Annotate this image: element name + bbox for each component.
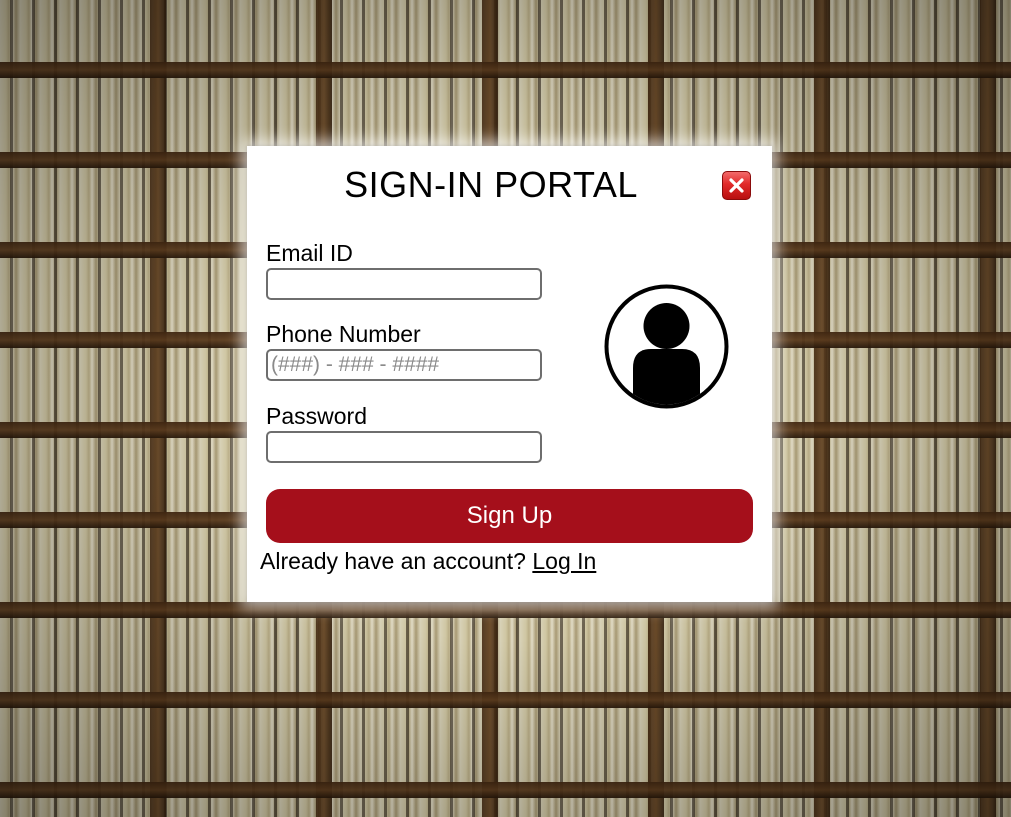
email-field[interactable]	[266, 268, 542, 300]
login-prompt-text: Already have an account?	[260, 548, 526, 574]
signin-modal: SIGN-IN PORTAL Email ID Phone Number Pas…	[247, 146, 772, 602]
signup-button[interactable]: Sign Up	[266, 489, 753, 543]
password-label: Password	[266, 403, 367, 429]
phone-field[interactable]	[266, 349, 542, 381]
password-field[interactable]	[266, 431, 542, 463]
modal-title: SIGN-IN PORTAL	[344, 164, 638, 205]
login-prompt: Already have an account? Log In	[260, 548, 596, 575]
close-icon	[729, 178, 744, 193]
close-button[interactable]	[722, 171, 751, 200]
email-label: Email ID	[266, 240, 353, 266]
user-avatar-icon	[604, 284, 729, 409]
phone-label: Phone Number	[266, 321, 421, 347]
login-link[interactable]: Log In	[532, 548, 596, 574]
